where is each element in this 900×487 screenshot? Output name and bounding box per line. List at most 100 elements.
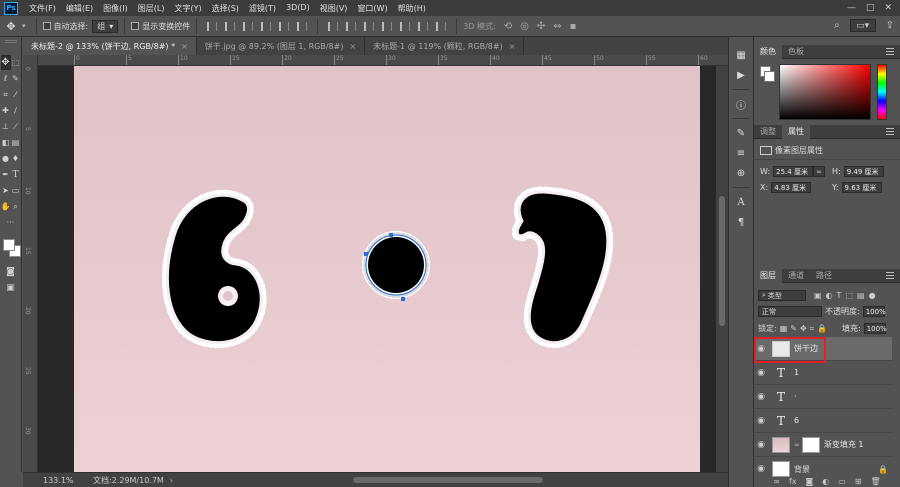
brush-presets-icon[interactable]: ✎ [732, 125, 750, 141]
filter-adjustment-icon[interactable]: ◐ [826, 291, 833, 300]
layer-row-text-6[interactable]: ◉ T 6 [754, 409, 892, 433]
eye-icon[interactable]: ◉ [754, 416, 768, 426]
panel-menu-icon[interactable] [886, 48, 894, 55]
eyedropper-tool-icon[interactable]: ⁄ [11, 87, 21, 102]
width-input[interactable]: 25.4 厘米 [773, 166, 814, 177]
zoom-level[interactable]: 133.1% [23, 476, 74, 485]
align-vcenter-icon[interactable] [225, 21, 236, 31]
canvas-pasteboard[interactable] [38, 66, 716, 472]
distribute-right-icon[interactable] [418, 21, 429, 31]
lock-icons[interactable]: ▦✎✥⌗🔒 [780, 324, 830, 334]
history-brush-tool-icon[interactable]: ⟋ [11, 119, 21, 134]
healing-tool-icon[interactable]: ✚ [1, 103, 11, 118]
scrollbar-thumb[interactable] [719, 196, 725, 326]
screen-mode-icon[interactable]: ▣ [2, 280, 20, 295]
filter-pixel-icon[interactable]: ▣ [814, 291, 822, 300]
auto-select-checkbox[interactable]: 自动选择: [42, 21, 88, 32]
layer-row-text-1[interactable]: ◉ T 1 [754, 361, 892, 385]
tool-preset-chevron-icon[interactable]: ▾ [22, 22, 26, 30]
auto-align-icon[interactable] [436, 21, 447, 31]
align-top-icon[interactable] [207, 21, 218, 31]
link-icon[interactable]: ∞ [813, 166, 825, 177]
height-input[interactable]: 9.49 厘米 [843, 166, 884, 177]
eye-icon[interactable]: ◉ [754, 392, 768, 402]
dodge-tool-icon[interactable]: ♦ [11, 151, 21, 166]
filter-type-icon[interactable]: T [837, 291, 842, 300]
minimize-icon[interactable]: — [847, 3, 856, 13]
eye-icon[interactable]: ◉ [754, 368, 768, 378]
blend-mode-dropdown[interactable]: 正常 [758, 306, 822, 317]
maximize-icon[interactable]: □ [866, 3, 875, 13]
quick-mask-icon[interactable]: ◙ [2, 264, 20, 279]
distribute-top-icon[interactable] [328, 21, 339, 31]
layer-row-text-dot[interactable]: ◉ T · [754, 385, 892, 409]
foreground-color-swatch[interactable] [2, 239, 15, 251]
opacity-input[interactable]: 100% [862, 306, 886, 317]
menu-item[interactable]: 图像(I) [98, 3, 133, 14]
filter-shape-icon[interactable]: ⬚ [845, 291, 853, 300]
close-icon[interactable]: × [349, 42, 356, 51]
menu-item[interactable]: 滤镜(T) [244, 3, 281, 14]
menu-item[interactable]: 编辑(E) [61, 3, 98, 14]
pen-tool-icon[interactable]: ✒ [1, 167, 11, 182]
tab-swatches[interactable]: 色板 [782, 45, 810, 59]
brush-settings-icon[interactable]: ≡ [732, 145, 750, 161]
hand-tool-icon[interactable]: ✋ [1, 199, 11, 214]
y-input[interactable]: 9.63 厘米 [841, 182, 882, 193]
brush-tool-icon[interactable]: / [11, 103, 21, 118]
new-group-icon[interactable]: ▭ [838, 477, 846, 486]
3d-rotate-icon[interactable]: ⟲ [504, 21, 512, 32]
document-tab[interactable]: 饼干.jpg @ 89.2% (图层 1, RGB/8#) × [197, 37, 366, 55]
3d-drag-icon[interactable]: ✣ [537, 21, 545, 32]
menu-item[interactable]: 视图(V) [315, 3, 353, 14]
character-panel-icon[interactable]: A [732, 194, 750, 210]
clone-source-icon[interactable]: ⊕ [732, 165, 750, 181]
paragraph-panel-icon[interactable]: ¶ [732, 214, 750, 230]
fx-icon[interactable]: fx [789, 477, 797, 486]
3d-roll-icon[interactable]: ◎ [520, 21, 529, 32]
document-tab[interactable]: 未标题-1 @ 119% (颗粒, RGB/8#) × [365, 37, 525, 55]
panel-menu-icon[interactable] [886, 128, 894, 135]
blur-tool-icon[interactable]: ● [1, 151, 11, 166]
document-tab[interactable]: 未标题-2 @ 133% (饼干边, RGB/8#) * × [23, 37, 197, 55]
hue-slider[interactable] [877, 64, 887, 120]
new-adjustment-icon[interactable]: ◐ [822, 477, 829, 486]
eraser-tool-icon[interactable]: ◧ [1, 135, 11, 150]
distribute-bottom-icon[interactable] [364, 21, 375, 31]
rectangle-tool-icon[interactable]: ▭ [11, 183, 21, 198]
workspace-switcher-icon[interactable]: ▭▾ [849, 19, 876, 32]
crop-tool-icon[interactable]: ⌗ [1, 87, 11, 102]
fill-input[interactable]: 100% [863, 323, 887, 334]
path-select-tool-icon[interactable]: ➤ [1, 183, 11, 198]
more-tools-icon[interactable]: ··· [2, 215, 20, 230]
menu-item[interactable]: 文字(Y) [169, 3, 206, 14]
distribute-hcenter-icon[interactable] [400, 21, 411, 31]
artboard[interactable] [74, 66, 700, 472]
close-icon[interactable]: ✕ [884, 3, 892, 13]
align-right-icon[interactable] [297, 21, 308, 31]
menu-item[interactable]: 帮助(H) [393, 3, 431, 14]
history-icon[interactable]: ▦ [732, 47, 750, 63]
lasso-tool-icon[interactable]: ℓ [1, 71, 11, 86]
marquee-tool-icon[interactable]: ⬚ [11, 55, 21, 70]
layer-kind-filter[interactable]: ⌕ 类型 [758, 290, 806, 301]
add-mask-icon[interactable]: ◙ [806, 477, 814, 486]
search-icon[interactable]: ⌕ [834, 20, 840, 31]
3d-slide-icon[interactable]: ⇔ [553, 21, 561, 32]
tab-paths[interactable]: 路径 [810, 269, 838, 283]
background-color-swatch[interactable] [764, 71, 775, 82]
quick-select-tool-icon[interactable]: ✎ [11, 71, 21, 86]
eye-icon[interactable]: ◉ [754, 440, 768, 450]
new-layer-icon[interactable]: ⊞ [855, 477, 862, 486]
layer-row-gradient-fill[interactable]: ◉ ∞ 渐变填充 1 [754, 433, 892, 457]
align-hcenter-icon[interactable] [279, 21, 290, 31]
menu-item[interactable]: 文件(F) [24, 3, 61, 14]
tab-channels[interactable]: 通道 [782, 269, 810, 283]
filter-toggle-icon[interactable]: ● [869, 291, 876, 300]
info-icon[interactable]: ⓘ [732, 96, 750, 112]
tab-adjustments[interactable]: 调整 [754, 125, 782, 139]
panel-menu-icon[interactable] [886, 272, 894, 279]
tab-properties[interactable]: 属性 [782, 124, 810, 139]
vertical-scrollbar[interactable] [716, 66, 728, 472]
actions-play-icon[interactable]: ▶ [732, 67, 750, 83]
